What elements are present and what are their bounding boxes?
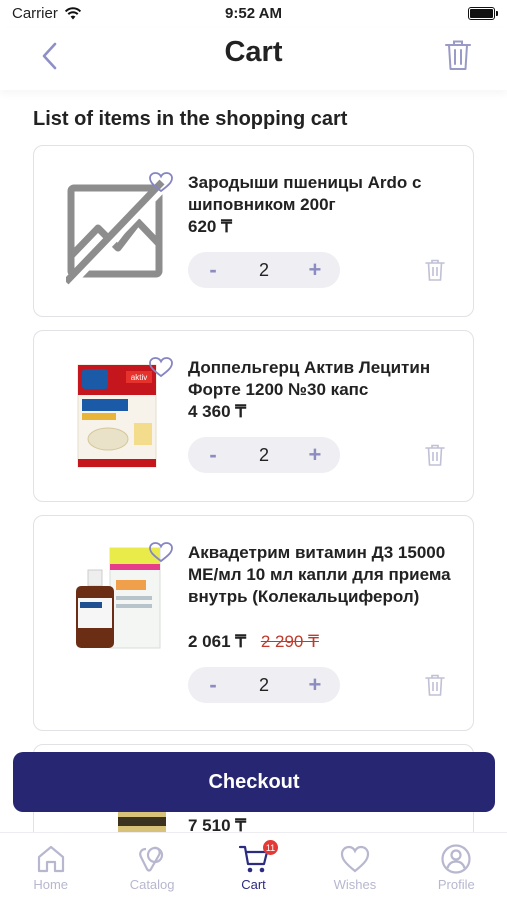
catalog-icon [139, 846, 164, 872]
quantity-value: 2 [258, 674, 269, 695]
quantity-stepper: - 2 + [188, 252, 340, 288]
decrease-button[interactable]: - [204, 442, 222, 468]
item-price: 4 360 ₸ [188, 402, 246, 422]
tab-label: Home [33, 877, 69, 892]
home-icon [37, 845, 64, 873]
tab-cart[interactable]: Cart [203, 833, 304, 900]
status-time: 9:52 AM [225, 5, 282, 22]
remove-item-trash-icon[interactable] [424, 258, 446, 282]
heart-icon [340, 845, 370, 873]
tab-label: Wishes [333, 877, 377, 892]
tab-wishes[interactable]: Wishes [304, 833, 405, 900]
navigation-header: Cart [0, 28, 507, 90]
favorite-heart-icon[interactable] [148, 541, 174, 563]
quantity-stepper: - 2 + [188, 437, 340, 473]
cart-item-card[interactable]: Аквадетрим витамин Д3 15000 МЕ/мл 10 мл … [33, 515, 474, 731]
old-price: 2 290 ₸ [260, 632, 319, 651]
battery-icon [468, 7, 498, 20]
current-price: 620 ₸ [188, 217, 232, 236]
status-bar: Carrier 9:52 AM [0, 0, 507, 28]
favorite-heart-icon[interactable] [148, 356, 174, 378]
bottom-tab-bar: Home Catalog Cart Wishes Profile [0, 832, 507, 900]
decrease-button[interactable]: - [204, 257, 222, 283]
quantity-stepper: - 2 + [188, 667, 340, 703]
cart-item-card[interactable]: aktiv Доппельгерц Актив Лецитин Форте 12… [33, 330, 474, 502]
item-name[interactable]: Зародыши пшеницы Ardo с шиповником 200г [188, 172, 458, 216]
increase-button[interactable]: + [306, 672, 324, 698]
cart-count-badge: 11 [263, 840, 278, 855]
item-price: 2 061 ₸ 2 290 ₸ [188, 632, 319, 652]
svg-text:aktiv: aktiv [131, 373, 147, 382]
page-title: Cart [224, 36, 283, 68]
tab-profile[interactable]: Profile [406, 833, 507, 900]
tab-catalog[interactable]: Catalog [101, 833, 202, 900]
quantity-value: 2 [258, 259, 269, 280]
favorite-heart-icon[interactable] [148, 171, 174, 193]
increase-button[interactable]: + [306, 442, 324, 468]
checkout-button[interactable]: Checkout [13, 752, 495, 812]
decrease-button[interactable]: - [204, 672, 222, 698]
current-price: 4 360 ₸ [188, 402, 247, 421]
remove-item-trash-icon[interactable] [424, 673, 446, 697]
clear-cart-trash-icon[interactable] [443, 38, 473, 72]
tab-label: Profile [437, 877, 475, 892]
item-name[interactable]: Аквадетрим витамин Д3 15000 МЕ/мл 10 мл … [188, 542, 458, 608]
profile-icon [441, 844, 471, 874]
section-title: List of items in the shopping cart [33, 108, 348, 130]
remove-item-trash-icon[interactable] [424, 443, 446, 467]
quantity-value: 2 [258, 444, 269, 465]
item-name[interactable]: Доппельгерц Актив Лецитин Форте 1200 №30… [188, 357, 458, 401]
cart-item-card[interactable]: Зародыши пшеницы Ardo с шиповником 200г … [33, 145, 474, 317]
tab-label: Cart [241, 877, 266, 892]
current-price: 2 061 ₸ [188, 632, 247, 651]
increase-button[interactable]: + [306, 257, 324, 283]
tab-home[interactable]: Home [0, 833, 101, 900]
item-price: 620 ₸ [188, 217, 232, 237]
tab-label: Catalog [129, 877, 175, 892]
